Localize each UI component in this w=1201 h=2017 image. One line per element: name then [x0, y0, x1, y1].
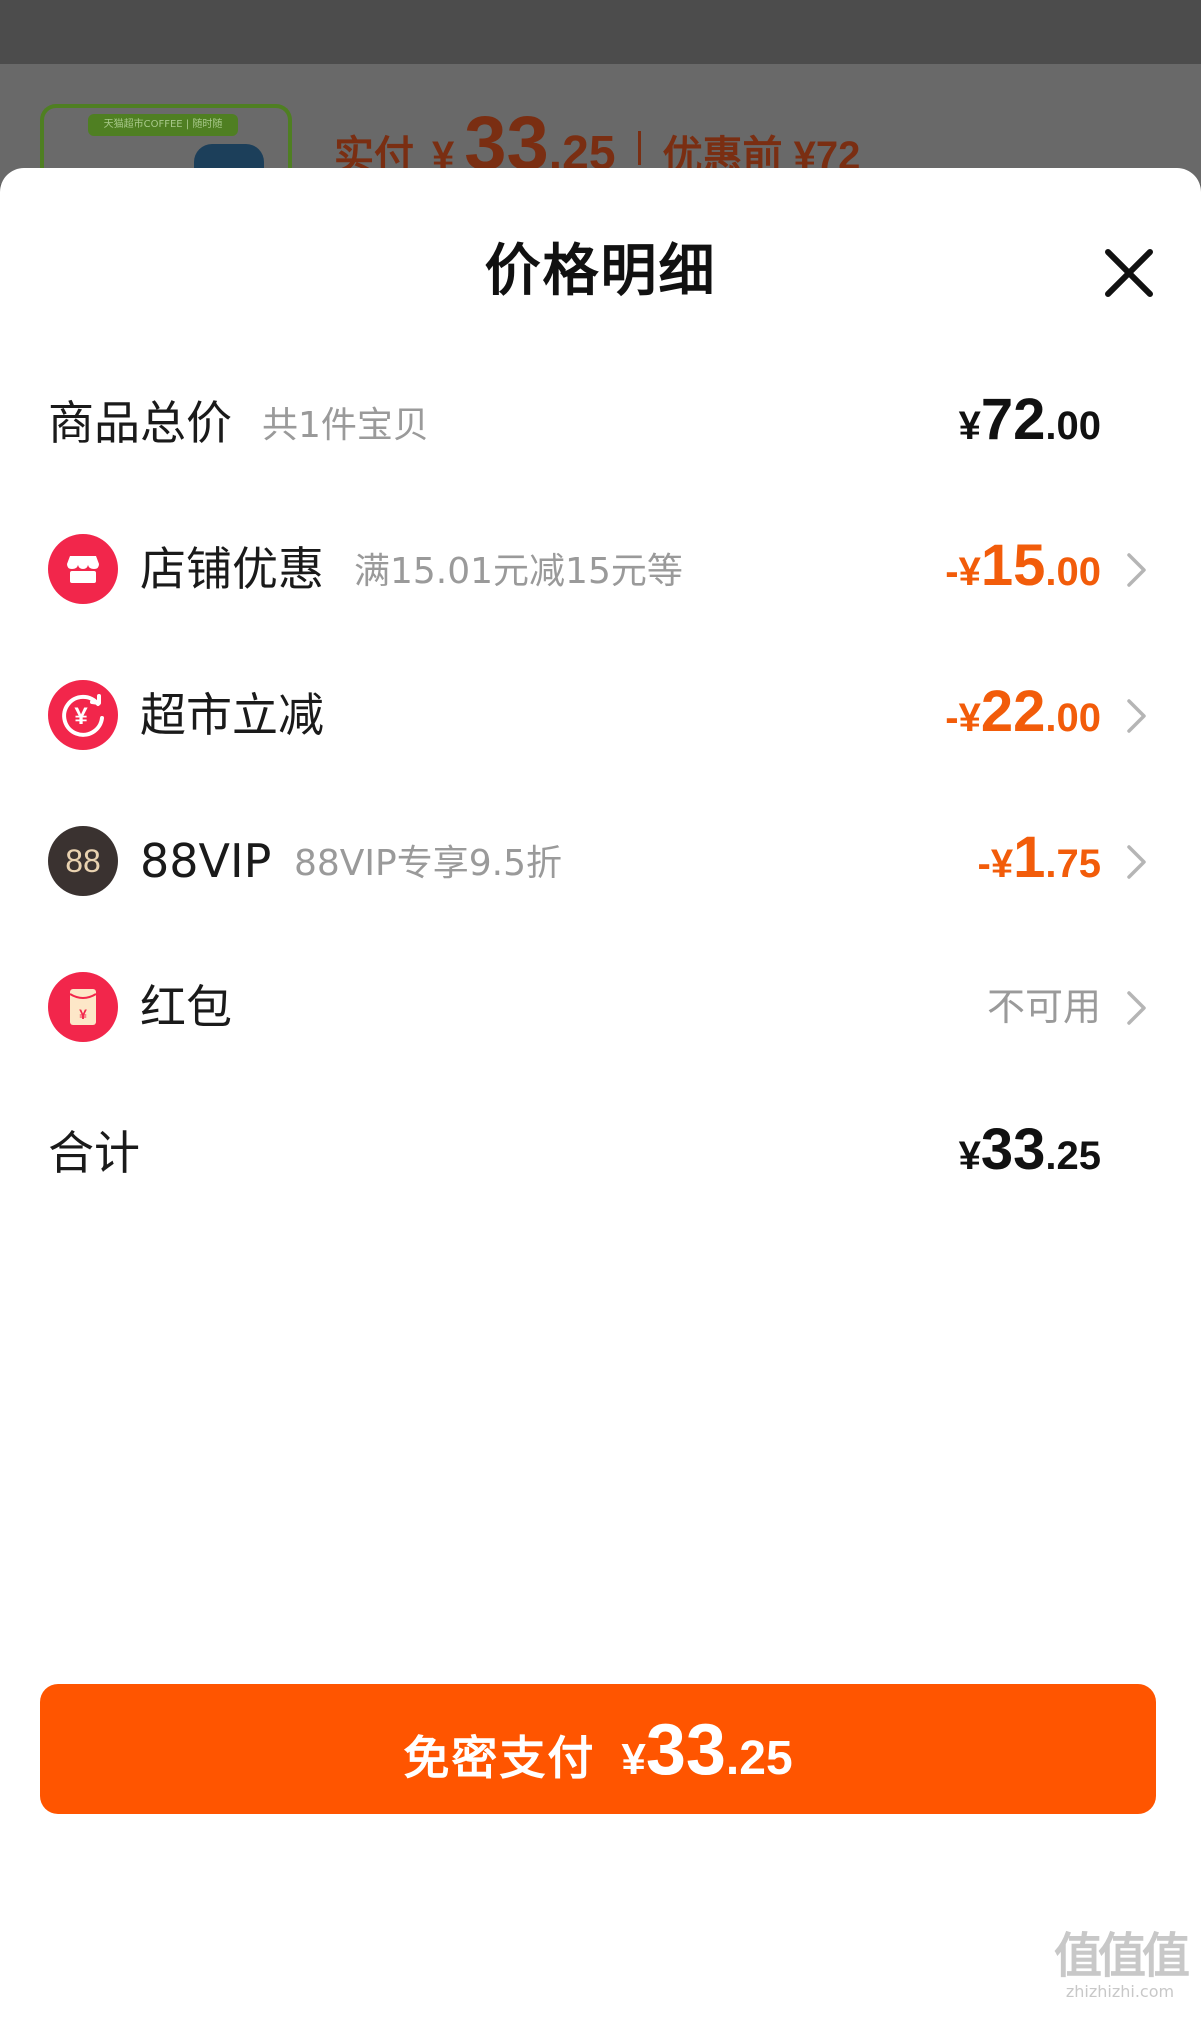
row-red-packet[interactable]: ¥ 红包 不可用 [0, 952, 1201, 1062]
pay-button-label: 免密支付 [403, 1731, 596, 1785]
amount-sign: -¥ [945, 696, 981, 740]
watermark: 值值值 zhizhizhi.com [1050, 1930, 1190, 2010]
close-icon [1105, 249, 1153, 297]
row-item-total: 商品总价 共1件宝贝 ¥72.00 [0, 368, 1201, 478]
amount-sign: -¥ [945, 550, 981, 594]
chevron-right-icon [1124, 988, 1150, 1028]
svg-text:88: 88 [65, 843, 101, 879]
yen-refresh-icon: ¥ [48, 680, 118, 750]
amount-int: 33 [980, 1117, 1046, 1182]
row-supermarket-discount[interactable]: ¥ 超市立减 -¥22.00 [0, 660, 1201, 770]
svg-text:¥: ¥ [79, 1006, 87, 1022]
close-button[interactable] [1096, 240, 1162, 306]
chevron-right-icon [1124, 842, 1150, 882]
chevron-right-icon [1124, 696, 1150, 736]
vip-desc: 88VIP专享9.5折 [294, 843, 563, 884]
row-sum-total: 合计 ¥33.25 [0, 1098, 1201, 1208]
shop-discount-label: 店铺优惠 [140, 542, 324, 596]
watermark-url: zhizhizhi.com [1065, 1982, 1175, 2001]
pay-button-yen: ¥ [621, 1735, 646, 1784]
svg-text:¥: ¥ [74, 703, 88, 730]
amount-dec: .25 [1045, 1134, 1101, 1178]
background-status-area [0, 0, 1201, 64]
supermarket-discount-label: 超市立减 [140, 688, 324, 742]
shop-icon [48, 534, 118, 604]
red-packet-status: 不可用 [986, 985, 1101, 1029]
amount-sign: ¥ [958, 1134, 981, 1178]
amount-sign: ¥ [958, 404, 981, 448]
sum-amount: ¥33.25 [959, 1118, 1101, 1197]
item-total-amount: ¥72.00 [959, 388, 1101, 467]
chevron-right-icon [1124, 550, 1150, 590]
row-shop-discount[interactable]: 店铺优惠 满15.01元减15元等 -¥15.00 [0, 514, 1201, 624]
pay-button-content: 免密支付 ¥33.25 [403, 1710, 792, 1809]
amount-dec: .00 [1045, 550, 1101, 594]
shop-discount-desc: 满15.01元减15元等 [354, 551, 683, 592]
sheet-title: 价格明细 [484, 239, 717, 304]
vip-label: 88VIP [140, 834, 272, 888]
sum-label: 合计 [48, 1126, 140, 1180]
amount-int: 1 [1013, 825, 1046, 890]
red-packet-label: 红包 [140, 980, 232, 1034]
background-price-divider [637, 131, 641, 165]
row-88vip-discount[interactable]: 88 88VIP 88VIP专享9.5折 -¥1.75 [0, 806, 1201, 916]
item-total-label: 商品总价 [48, 396, 232, 450]
screen: 天猫超市COFFEE | 随时随 实付 ¥33.25 优惠前 ¥72 价格明细 商品… [0, 0, 1201, 2017]
amount-dec: .75 [1045, 842, 1101, 886]
shop-discount-amount: -¥15.00 [945, 534, 1101, 613]
amount-int: 22 [980, 679, 1046, 744]
item-count-text: 共1件宝贝 [262, 405, 429, 446]
amount-sign: -¥ [977, 842, 1014, 886]
88vip-badge-icon: 88 [48, 826, 118, 896]
amount-int: 15 [980, 533, 1046, 598]
amount-dec: .00 [1045, 404, 1101, 448]
amount-dec: .00 [1045, 696, 1101, 740]
supermarket-discount-amount: -¥22.00 [945, 680, 1101, 759]
thumbnail-banner: 天猫超市COFFEE | 随时随 [88, 114, 238, 136]
pay-button-int: 33 [645, 1710, 726, 1790]
vip-discount-amount: -¥1.75 [978, 826, 1101, 905]
password-free-pay-button[interactable]: 免密支付 ¥33.25 [40, 1684, 1156, 1814]
watermark-logo: 值值值 [1053, 1928, 1190, 1984]
red-envelope-icon: ¥ [48, 972, 118, 1042]
amount-int: 72 [980, 387, 1046, 452]
pay-button-dec: .25 [725, 1732, 793, 1785]
